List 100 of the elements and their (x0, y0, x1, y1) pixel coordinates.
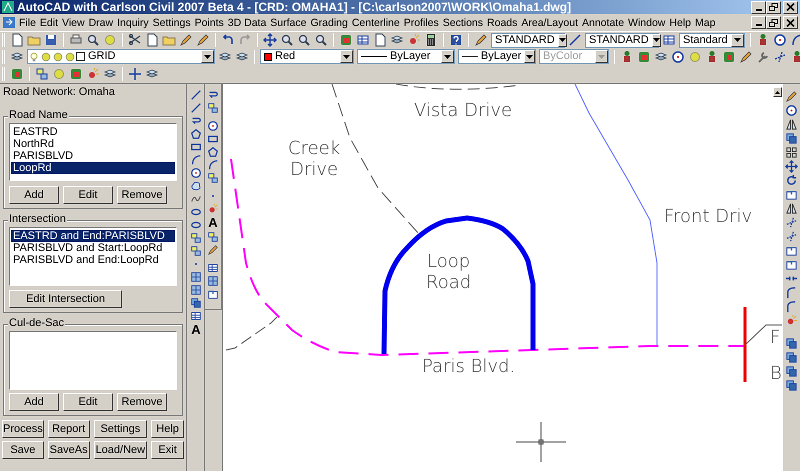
scroll-up-button[interactable] (773, 87, 782, 97)
menu-item[interactable]: Map (693, 16, 718, 30)
hatch-icon[interactable] (190, 270, 202, 282)
pencil-icon[interactable] (785, 90, 798, 103)
color-square-icon[interactable] (69, 67, 83, 81)
circle-icon[interactable] (671, 50, 685, 64)
dropdown-button[interactable] (441, 50, 454, 63)
color-dropdown[interactable]: Red (260, 49, 354, 64)
color-square-icon[interactable] (722, 50, 736, 64)
blocks-icon[interactable] (190, 232, 202, 244)
magnifier-icon[interactable] (280, 33, 294, 47)
list-item[interactable]: PARISBLVD and End:LoopRd (11, 254, 175, 266)
explode-icon[interactable] (86, 67, 100, 81)
dropdown-button[interactable] (340, 50, 353, 63)
restore-button[interactable] (766, 16, 781, 29)
minimize-button[interactable] (751, 0, 766, 14)
color-square-icon[interactable] (10, 67, 24, 81)
pencil-icon[interactable] (474, 33, 488, 47)
document-icon[interactable] (145, 33, 159, 47)
overlap-squares-icon[interactable] (785, 365, 798, 378)
dropdown-button[interactable] (652, 34, 661, 46)
panel-button[interactable]: Save (2, 441, 44, 459)
hatch-icon[interactable] (207, 274, 219, 286)
overlap-squares-icon[interactable] (785, 337, 798, 350)
menu-item[interactable]: Sections (440, 16, 486, 30)
crosshair-icon[interactable] (128, 67, 142, 81)
list-item[interactable]: PARISBLVD and Start:LoopRd (11, 242, 175, 254)
pentagon-icon[interactable] (190, 128, 202, 140)
move-icon[interactable] (263, 33, 277, 47)
dropdown-button[interactable] (524, 50, 535, 63)
circle-icon[interactable] (773, 33, 787, 47)
bulb-icon[interactable] (28, 50, 40, 62)
table-icon[interactable] (207, 262, 219, 274)
list-box[interactable] (9, 331, 177, 390)
minimize-button[interactable] (751, 16, 766, 29)
menu-item[interactable]: Surface (268, 16, 308, 30)
menu-item[interactable]: Edit (38, 16, 60, 30)
circle-icon[interactable] (190, 166, 202, 178)
dropdown-button[interactable] (731, 34, 744, 46)
text-tool[interactable]: A (191, 322, 201, 337)
blocks-icon[interactable] (207, 230, 219, 242)
menu-item[interactable]: Annotate (580, 16, 626, 30)
pencil-icon[interactable] (739, 50, 753, 64)
array-icon[interactable] (785, 146, 798, 159)
layers-icon[interactable] (218, 50, 232, 64)
list-item[interactable]: PARISBLVD (11, 150, 175, 162)
mirror-icon[interactable] (785, 202, 798, 215)
list-box[interactable]: EASTRD and End:PARISBLVD PARISBLVD and Start:LoopRd PARISBLVD and End:LoopRd (9, 227, 177, 286)
overlap-squares-icon[interactable] (785, 132, 798, 145)
close-button[interactable] (783, 0, 798, 14)
menu-item[interactable]: Settings (150, 16, 193, 30)
fillet-icon[interactable] (785, 286, 798, 299)
line-icon[interactable] (190, 102, 202, 114)
sun-icon[interactable] (40, 50, 52, 62)
lineweight-dropdown[interactable]: ByLayer (458, 49, 536, 64)
panel-button[interactable]: Edit (63, 186, 113, 204)
panel-button[interactable]: Process (2, 420, 44, 438)
panel-button[interactable]: Exit (151, 441, 184, 459)
menu-item[interactable]: Inquiry (115, 16, 151, 30)
arc-icon[interactable] (207, 158, 219, 170)
blocks-icon[interactable] (190, 244, 202, 256)
pentagon-icon[interactable] (207, 146, 219, 158)
panel-button[interactable]: Load/New (94, 441, 148, 459)
panel-button[interactable]: Remove (117, 186, 167, 204)
text-tool[interactable]: A (208, 215, 218, 230)
menu-item[interactable]: File (17, 16, 38, 30)
overlap-squares-icon[interactable] (785, 379, 798, 392)
fillet-icon[interactable] (785, 300, 798, 313)
text-style-dropdown[interactable]: STANDARD (491, 32, 565, 48)
menu-item[interactable]: Area/Layout (519, 16, 580, 30)
cloud-icon[interactable] (190, 180, 202, 192)
table-icon[interactable] (356, 33, 370, 47)
menu-item[interactable]: Grading (308, 16, 350, 30)
panel-button[interactable]: Edit Intersection (9, 290, 122, 308)
panel-button[interactable]: Help (151, 420, 184, 438)
blocks-icon[interactable] (35, 67, 49, 81)
panel-button[interactable]: Add (9, 186, 59, 204)
magnifier-icon[interactable] (86, 33, 100, 47)
blocks-icon[interactable] (207, 102, 219, 114)
circle-icon[interactable] (207, 120, 219, 132)
menu-item[interactable]: Draw (86, 16, 116, 30)
magnifier-icon[interactable] (297, 33, 311, 47)
dropdown-button[interactable] (558, 34, 567, 46)
pencil-icon[interactable] (179, 33, 193, 47)
list-box[interactable]: EASTRD NorthRd PARISBLVD LoopRd (9, 123, 177, 181)
layers-icon[interactable] (235, 50, 249, 64)
layers-icon[interactable] (10, 50, 24, 64)
document-icon[interactable] (10, 33, 24, 47)
dimension-style-dropdown[interactable]: STANDARD (585, 32, 659, 48)
arc-icon[interactable] (190, 154, 202, 166)
layer-dropdown[interactable]: GRID (27, 49, 215, 64)
table-icon[interactable] (190, 310, 202, 322)
dropdown-button[interactable] (201, 50, 214, 63)
explode-icon[interactable] (785, 314, 798, 327)
explode-icon[interactable] (207, 202, 219, 214)
menu-item[interactable]: Profiles (402, 16, 441, 30)
list-item[interactable]: EASTRD and End:PARISBLVD (11, 230, 175, 242)
list-item[interactable]: NorthRd (11, 138, 175, 150)
close-button[interactable] (783, 16, 798, 29)
move-icon[interactable] (785, 160, 798, 173)
